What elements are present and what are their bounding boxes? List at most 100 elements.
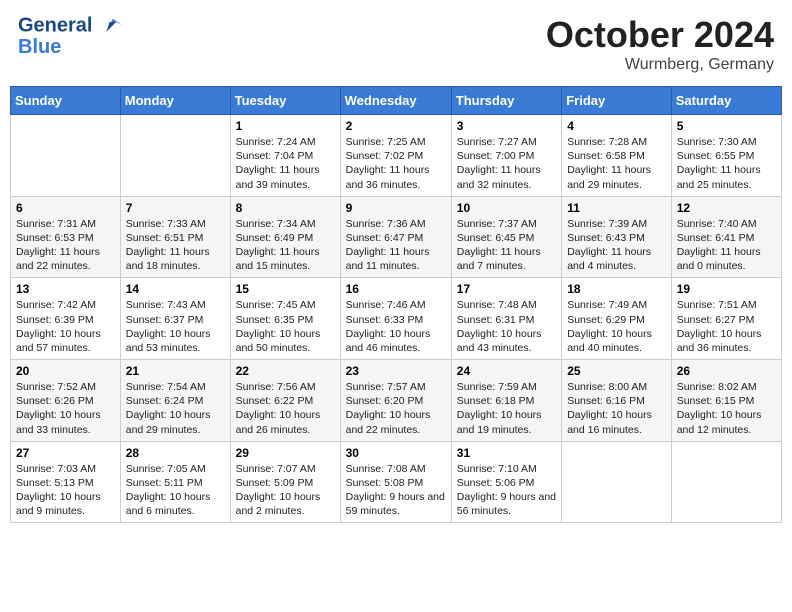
sunrise-text: Sunrise: 7:46 AM — [346, 298, 446, 312]
sunset-text: Sunset: 5:06 PM — [457, 476, 556, 490]
weekday-header: Thursday — [451, 87, 561, 115]
daylight-text: Daylight: 10 hours and 2 minutes. — [236, 490, 335, 518]
daylight-text: Daylight: 10 hours and 36 minutes. — [677, 327, 776, 355]
sunset-text: Sunset: 6:41 PM — [677, 231, 776, 245]
calendar-cell: 16Sunrise: 7:46 AMSunset: 6:33 PMDayligh… — [340, 278, 451, 360]
sunrise-text: Sunrise: 7:45 AM — [236, 298, 335, 312]
sunrise-text: Sunrise: 7:10 AM — [457, 462, 556, 476]
daylight-text: Daylight: 9 hours and 56 minutes. — [457, 490, 556, 518]
sunrise-text: Sunrise: 7:33 AM — [126, 217, 225, 231]
day-info: Sunrise: 7:33 AMSunset: 6:51 PMDaylight:… — [126, 217, 225, 274]
sunrise-text: Sunrise: 7:56 AM — [236, 380, 335, 394]
calendar-cell: 30Sunrise: 7:08 AMSunset: 5:08 PMDayligh… — [340, 441, 451, 523]
day-number: 16 — [346, 282, 446, 296]
calendar-cell: 2Sunrise: 7:25 AMSunset: 7:02 PMDaylight… — [340, 115, 451, 197]
sunset-text: Sunset: 6:31 PM — [457, 313, 556, 327]
day-number: 29 — [236, 446, 335, 460]
calendar-cell: 18 Sunrise: 7:49 AMSunset: 6:29 PMDayligh… — [562, 278, 672, 360]
calendar-cell: 12Sunrise: 7:40 AMSunset: 6:41 PMDayligh… — [671, 196, 781, 278]
day-info: Sunrise: 7:34 AMSunset: 6:49 PMDaylight:… — [236, 217, 335, 274]
sunrise-text: Sunrise: 7:08 AM — [346, 462, 446, 476]
calendar-cell: 31 Sunrise: 7:10 AMSunset: 5:06 PMDayligh… — [451, 441, 561, 523]
daylight-text: Daylight: 10 hours and 16 minutes. — [567, 408, 666, 436]
calendar-cell: 5Sunrise: 7:30 AMSunset: 6:55 PMDaylight… — [671, 115, 781, 197]
day-number: 27 — [16, 446, 115, 460]
daylight-text: Daylight: 10 hours and 6 minutes. — [126, 490, 225, 518]
sunset-text: Sunset: 5:11 PM — [126, 476, 225, 490]
sunrise-text: Sunrise: 7:42 AM — [16, 298, 115, 312]
calendar-cell: 7Sunrise: 7:33 AMSunset: 6:51 PMDaylight… — [120, 196, 230, 278]
day-number: 14 — [126, 282, 225, 296]
sunrise-text: Sunrise: 7:36 AM — [346, 217, 446, 231]
sunset-text: Sunset: 6:55 PM — [677, 149, 776, 163]
daylight-text: Daylight: 11 hours and 39 minutes. — [236, 163, 335, 191]
daylight-text: Daylight: 11 hours and 32 minutes. — [457, 163, 556, 191]
weekday-header: Sunday — [11, 87, 121, 115]
day-number: 25 — [567, 364, 666, 378]
day-info: Sunrise: 7:49 AMSunset: 6:29 PMDaylight:… — [567, 298, 666, 355]
logo-general: General — [18, 14, 92, 36]
daylight-text: Daylight: 10 hours and 19 minutes. — [457, 408, 556, 436]
weekday-header: Wednesday — [340, 87, 451, 115]
sunrise-text: Sunrise: 7:49 AM — [567, 298, 666, 312]
calendar-week-row: 6Sunrise: 7:31 AMSunset: 6:53 PMDaylight… — [11, 196, 782, 278]
daylight-text: Daylight: 11 hours and 25 minutes. — [677, 163, 776, 191]
day-number: 24 — [457, 364, 556, 378]
sunrise-text: Sunrise: 7:07 AM — [236, 462, 335, 476]
weekday-header: Monday — [120, 87, 230, 115]
sunrise-text: Sunrise: 7:27 AM — [457, 135, 556, 149]
sunrise-text: Sunrise: 7:54 AM — [126, 380, 225, 394]
day-number: 31 — [457, 446, 556, 460]
daylight-text: Daylight: 10 hours and 9 minutes. — [16, 490, 115, 518]
sunrise-text: Sunrise: 7:48 AM — [457, 298, 556, 312]
daylight-text: Daylight: 11 hours and 29 minutes. — [567, 163, 666, 191]
logo-bird-icon — [100, 14, 124, 38]
day-info: Sunrise: 7:25 AMSunset: 7:02 PMDaylight:… — [346, 135, 446, 192]
sunset-text: Sunset: 6:39 PM — [16, 313, 115, 327]
daylight-text: Daylight: 10 hours and 26 minutes. — [236, 408, 335, 436]
calendar-week-row: 1Sunrise: 7:24 AMSunset: 7:04 PMDaylight… — [11, 115, 782, 197]
sunrise-text: Sunrise: 7:51 AM — [677, 298, 776, 312]
day-info: Sunrise: 7:37 AMSunset: 6:45 PMDaylight:… — [457, 217, 556, 274]
daylight-text: Daylight: 10 hours and 12 minutes. — [677, 408, 776, 436]
day-number: 9 — [346, 201, 446, 215]
day-info: Sunrise: 8:00 AMSunset: 6:16 PMDaylight:… — [567, 380, 666, 437]
logo-text: General — [18, 14, 124, 38]
day-number: 18 — [567, 282, 666, 296]
day-number: 17 — [457, 282, 556, 296]
sunset-text: Sunset: 6:43 PM — [567, 231, 666, 245]
sunrise-text: Sunrise: 7:59 AM — [457, 380, 556, 394]
day-info: Sunrise: 7:10 AMSunset: 5:06 PMDaylight:… — [457, 462, 556, 519]
sunset-text: Sunset: 6:20 PM — [346, 394, 446, 408]
day-number: 8 — [236, 201, 335, 215]
calendar-cell — [11, 115, 121, 197]
day-info: Sunrise: 7:59 AMSunset: 6:18 PMDaylight:… — [457, 380, 556, 437]
day-number: 10 — [457, 201, 556, 215]
sunset-text: Sunset: 6:37 PM — [126, 313, 225, 327]
daylight-text: Daylight: 10 hours and 33 minutes. — [16, 408, 115, 436]
day-info: Sunrise: 7:48 AMSunset: 6:31 PMDaylight:… — [457, 298, 556, 355]
calendar-cell: 3Sunrise: 7:27 AMSunset: 7:00 PMDaylight… — [451, 115, 561, 197]
sunrise-text: Sunrise: 7:39 AM — [567, 217, 666, 231]
weekday-header: Friday — [562, 87, 672, 115]
day-number: 15 — [236, 282, 335, 296]
sunset-text: Sunset: 7:04 PM — [236, 149, 335, 163]
sunrise-text: Sunrise: 7:57 AM — [346, 380, 446, 394]
day-info: Sunrise: 7:40 AMSunset: 6:41 PMDaylight:… — [677, 217, 776, 274]
sunrise-text: Sunrise: 7:30 AM — [677, 135, 776, 149]
sunset-text: Sunset: 6:29 PM — [567, 313, 666, 327]
calendar-cell: 24 Sunrise: 7:59 AMSunset: 6:18 PMDayligh… — [451, 360, 561, 442]
sunrise-text: Sunrise: 8:00 AM — [567, 380, 666, 394]
logo-blue: Blue — [18, 36, 124, 59]
sunset-text: Sunset: 6:27 PM — [677, 313, 776, 327]
day-info: Sunrise: 7:51 AMSunset: 6:27 PMDaylight:… — [677, 298, 776, 355]
day-number: 21 — [126, 364, 225, 378]
sunrise-text: Sunrise: 7:34 AM — [236, 217, 335, 231]
day-number: 1 — [236, 119, 335, 133]
daylight-text: Daylight: 10 hours and 29 minutes. — [126, 408, 225, 436]
sunset-text: Sunset: 7:00 PM — [457, 149, 556, 163]
month-title: October 2024 — [546, 14, 774, 56]
daylight-text: Daylight: 10 hours and 22 minutes. — [346, 408, 446, 436]
calendar-cell — [120, 115, 230, 197]
calendar-cell: 22Sunrise: 7:56 AMSunset: 6:22 PMDayligh… — [230, 360, 340, 442]
